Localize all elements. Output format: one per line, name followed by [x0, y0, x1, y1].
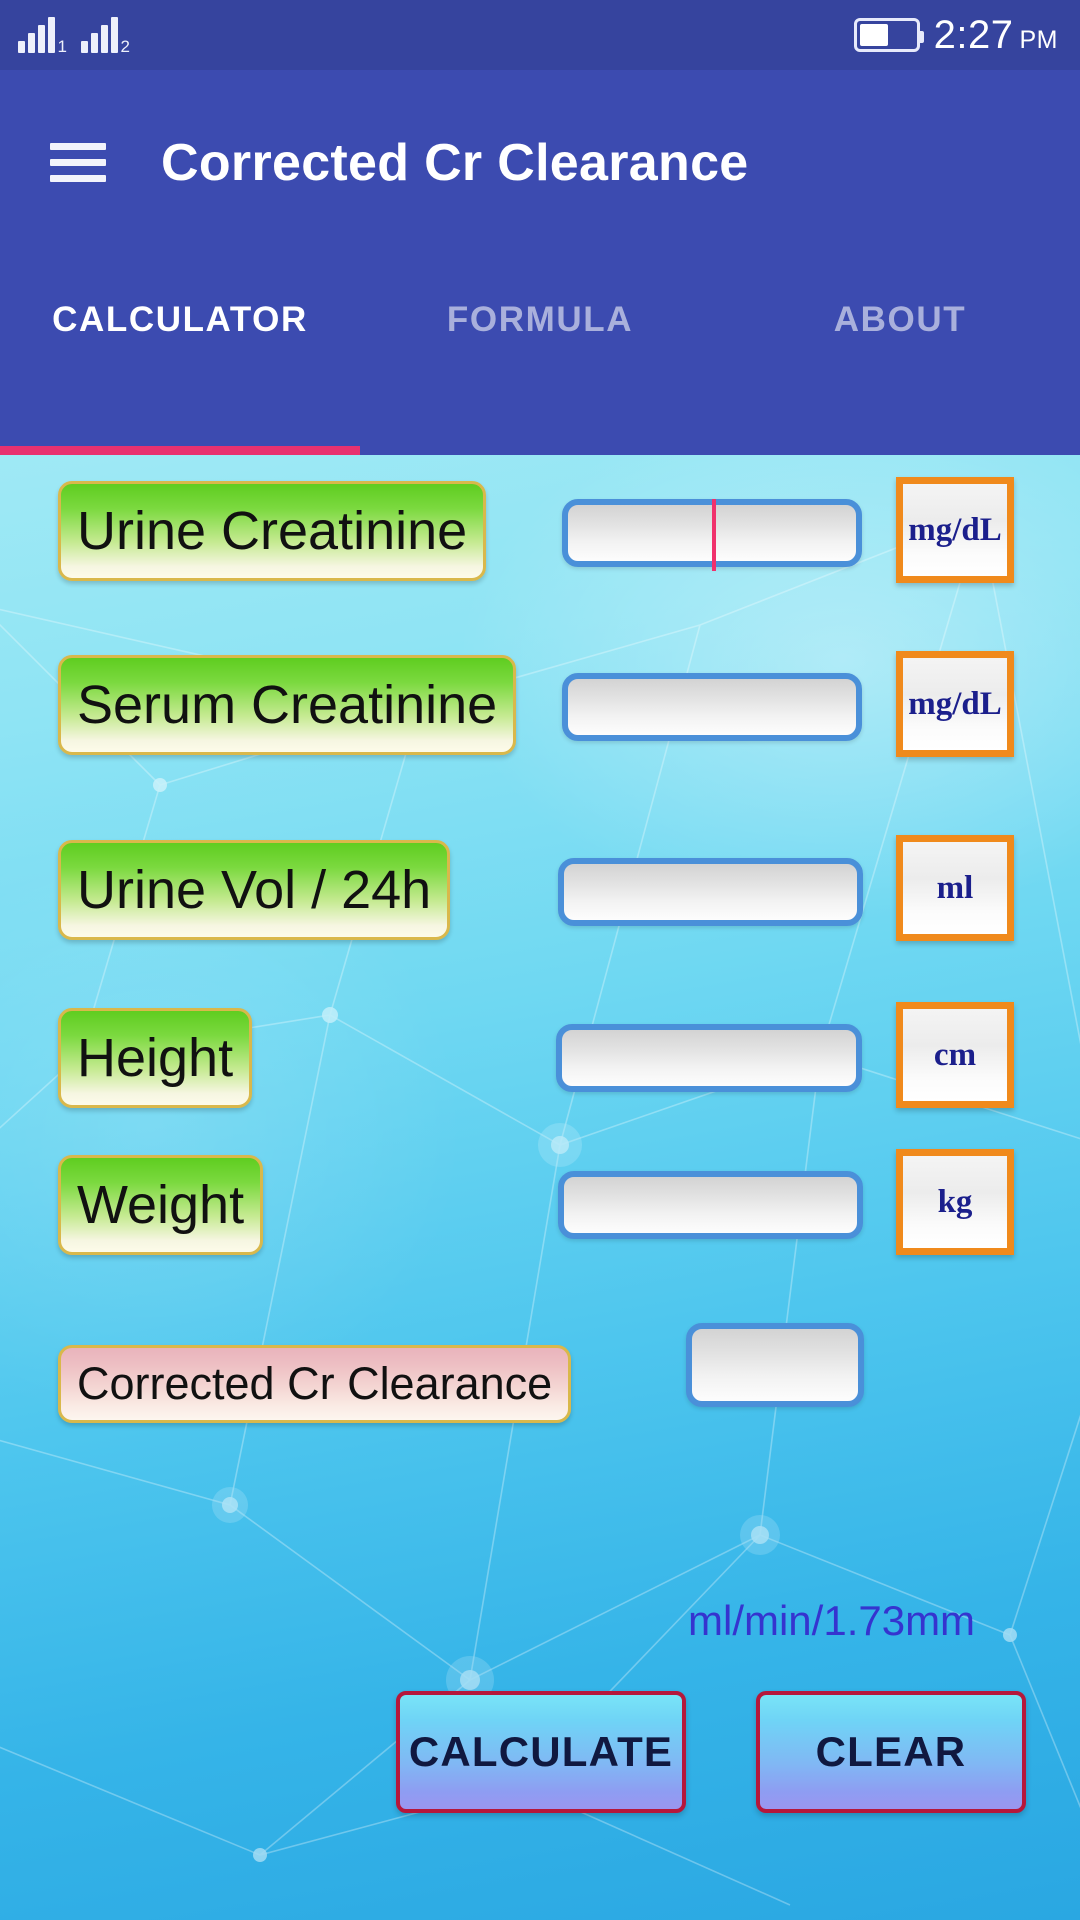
input-height[interactable] — [556, 1024, 862, 1092]
clear-button[interactable]: CLEAR — [756, 1691, 1026, 1813]
calculator-panel: Urine Creatinine mg/dL Serum Creatinine … — [0, 455, 1080, 1920]
result-label: Corrected Cr Clearance — [58, 1345, 572, 1423]
text-cursor — [712, 499, 716, 571]
unit-badge-height: cm — [896, 1002, 1014, 1108]
sim2-signal-icon: 2 — [81, 17, 130, 56]
field-label-urine-creatinine: Urine Creatinine — [58, 481, 487, 581]
field-label-serum-creatinine: Serum Creatinine — [58, 655, 517, 755]
result-row: Corrected Cr Clearance — [0, 1323, 1080, 1455]
sim2-label: 2 — [120, 37, 130, 56]
input-urine-creatinine[interactable] — [562, 499, 862, 571]
status-bar: 1 2 2:27 PM — [0, 0, 1080, 70]
calculate-button[interactable]: CALCULATE — [396, 1691, 686, 1813]
input-rows: Urine Creatinine mg/dL Serum Creatinine … — [0, 455, 1080, 1920]
input-weight[interactable] — [558, 1171, 863, 1239]
unit-badge-serum-creatinine: mg/dL — [896, 651, 1014, 757]
unit-badge-urine-creatinine: mg/dL — [896, 477, 1014, 583]
tab-formula[interactable]: FORMULA — [360, 300, 720, 340]
unit-badge-urine-volume: ml — [896, 835, 1014, 941]
field-label-urine-volume: Urine Vol / 24h — [58, 840, 451, 940]
table-row: Urine Creatinine mg/dL — [0, 477, 1080, 587]
active-tab-indicator — [0, 446, 360, 455]
status-bar-clock: 2:27 PM — [934, 13, 1058, 58]
field-label-height: Height — [58, 1008, 253, 1108]
field-label-weight: Weight — [58, 1155, 264, 1255]
clock-ampm: PM — [1019, 25, 1058, 54]
table-row: Weight kg — [0, 1149, 1080, 1265]
app-bar: Corrected Cr Clearance CALCULATOR FORMUL… — [0, 70, 1080, 455]
table-row: Urine Vol / 24h ml — [0, 835, 1080, 950]
tab-bar: CALCULATOR FORMULA ABOUT — [0, 255, 1080, 385]
table-row: Serum Creatinine mg/dL — [0, 651, 1080, 761]
table-row: Height cm — [0, 1002, 1080, 1118]
page-title: Corrected Cr Clearance — [161, 133, 749, 192]
tab-about[interactable]: ABOUT — [720, 300, 1080, 340]
sim1-label: 1 — [57, 37, 67, 56]
input-urine-volume[interactable] — [558, 858, 863, 926]
sim1-signal-icon: 1 — [18, 17, 67, 56]
result-unit-text: ml/min/1.73mm — [688, 1597, 976, 1644]
input-serum-creatinine[interactable] — [562, 673, 862, 741]
app-bar-top: Corrected Cr Clearance — [0, 70, 1080, 255]
hamburger-menu-icon[interactable] — [50, 134, 106, 191]
unit-badge-weight: kg — [896, 1149, 1014, 1255]
status-bar-left: 1 2 — [18, 17, 130, 56]
status-bar-right: 2:27 PM — [853, 13, 1058, 58]
result-output — [686, 1323, 864, 1407]
battery-icon — [853, 18, 924, 52]
tab-calculator[interactable]: CALCULATOR — [0, 300, 360, 340]
clock-time: 2:27 — [933, 12, 1014, 57]
